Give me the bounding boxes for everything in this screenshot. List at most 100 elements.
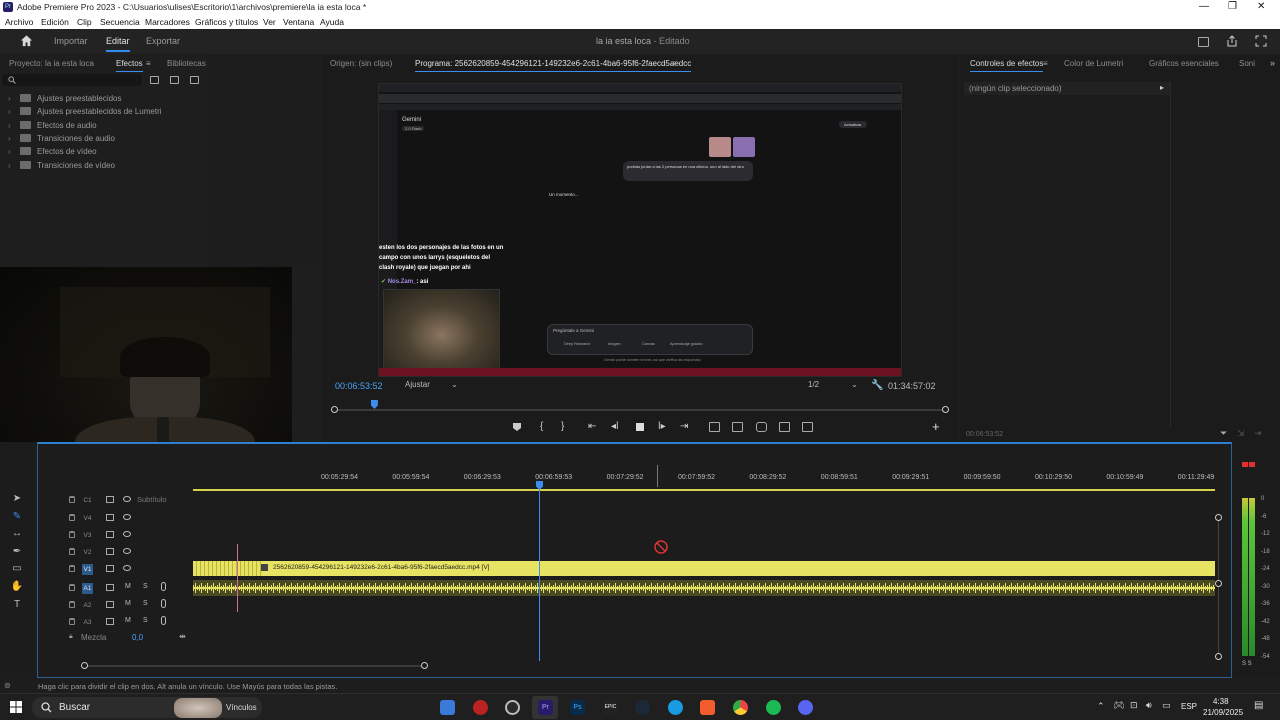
menu-ventana[interactable]: Ventana <box>283 17 314 27</box>
mix-value[interactable]: 0,0 <box>132 633 143 642</box>
extract-icon[interactable] <box>732 422 743 432</box>
track-target[interactable]: A3 <box>82 617 93 628</box>
track-target[interactable]: C1 <box>82 495 93 506</box>
wrench-icon[interactable]: 🔧 <box>871 380 883 391</box>
step-back-icon[interactable]: ◂ǀ <box>611 421 619 432</box>
selection-tool-icon[interactable]: ➤ <box>10 492 24 506</box>
workspaces-icon[interactable] <box>1198 37 1209 47</box>
toggle-output-icon[interactable] <box>106 496 114 503</box>
accelerated-effects-icon[interactable] <box>150 76 159 84</box>
toggle-sync-icon[interactable] <box>106 514 114 521</box>
effects-search-input[interactable] <box>2 74 142 86</box>
tray-language[interactable]: ESP <box>1181 702 1197 711</box>
lock-icon[interactable] <box>69 618 75 625</box>
minimize-button[interactable]: — <box>1199 1 1209 12</box>
tab-editar[interactable]: Editar <box>106 36 130 52</box>
panel-menu-icon[interactable]: ≡ <box>1043 59 1048 68</box>
tab-sonido[interactable]: Soni <box>1239 59 1255 68</box>
toggle-sync-icon[interactable] <box>106 584 114 591</box>
taskbar-files-icon[interactable] <box>440 700 455 715</box>
tab-controles-efectos[interactable]: Controles de efectos <box>970 59 1044 72</box>
menu-graficos[interactable]: Gráficos y títulos <box>195 17 258 27</box>
solo-button[interactable]: S <box>143 583 148 590</box>
panel-menu-icon[interactable]: ≡ <box>671 59 676 68</box>
effects-folder[interactable]: › Transiciones de vídeo <box>8 161 115 170</box>
menu-clip[interactable]: Clip <box>77 17 92 27</box>
taskbar-steam-icon[interactable] <box>635 700 650 715</box>
filter-icon[interactable]: ⏷ <box>1220 428 1227 439</box>
tray-gamepad-icon[interactable]: 🎮︎ <box>1113 700 1124 711</box>
menu-ayuda[interactable]: Ayuda <box>320 17 344 27</box>
effects-folder[interactable]: › Efectos de audio <box>8 121 97 130</box>
panel-menu-icon[interactable]: ≡ <box>146 59 151 68</box>
microphone-icon[interactable] <box>161 599 166 608</box>
scrubber-end-handle[interactable] <box>942 406 949 413</box>
menu-archivo[interactable]: Archivo <box>5 17 33 27</box>
toggle-sync-icon[interactable] <box>106 548 114 555</box>
work-area-bar[interactable] <box>193 489 1215 491</box>
tab-origen[interactable]: Origen: (sin clips) <box>330 59 392 68</box>
effects-folder[interactable]: › Transiciones de audio <box>8 134 115 143</box>
taskbar-brave-icon[interactable] <box>700 700 715 715</box>
effects-folder[interactable]: › Efectos de vídeo <box>8 147 97 156</box>
compare-icon[interactable] <box>779 422 790 432</box>
effects-folder[interactable]: › Ajustes preestablecidos <box>8 94 122 103</box>
tab-programa[interactable]: Programa: 2562620859-454296121-149232e6-… <box>415 59 692 72</box>
lock-icon[interactable] <box>69 584 75 591</box>
taskbar-photoshop-icon[interactable]: Ps <box>570 700 585 715</box>
track-target[interactable]: A2 <box>82 600 93 611</box>
taskbar-spotify-icon[interactable] <box>766 700 781 715</box>
add-button-icon[interactable]: + <box>932 419 940 434</box>
go-to-in-icon[interactable]: ⇤ <box>588 421 596 432</box>
lock-icon[interactable] <box>69 514 75 521</box>
mark-out-icon[interactable]: } <box>561 421 564 432</box>
lock-icon[interactable]: 🔒︎ <box>69 633 73 641</box>
tray-time[interactable]: 4:38 <box>1213 697 1229 706</box>
taskbar-discord-icon[interactable] <box>798 700 813 715</box>
timeline-playhead-line[interactable] <box>539 481 540 661</box>
vscroll-handle-bottom[interactable] <box>1215 653 1222 660</box>
more-tabs-icon[interactable]: » <box>1270 58 1275 68</box>
camera-icon[interactable] <box>756 422 767 432</box>
menu-secuencia[interactable]: Secuencia <box>100 17 140 27</box>
taskbar-chrome-icon[interactable] <box>733 700 748 715</box>
lift-icon[interactable] <box>709 422 720 432</box>
home-icon[interactable] <box>20 34 33 47</box>
tab-importar[interactable]: Importar <box>54 36 88 46</box>
chevron-right-icon[interactable]: ▸ <box>1160 83 1164 92</box>
track-target[interactable]: V4 <box>82 513 93 524</box>
step-forward-icon[interactable]: ǀ▸ <box>658 421 666 432</box>
tray-chevron-icon[interactable]: ⌃ <box>1097 701 1105 712</box>
program-timecode[interactable]: 00:06:53:52 <box>335 381 383 391</box>
track-target[interactable]: V2 <box>82 547 93 558</box>
taskbar-search[interactable]: Buscar Vínculos <box>32 697 262 718</box>
rectangle-tool-icon[interactable]: ▭ <box>10 562 24 576</box>
toggle-sync-icon[interactable] <box>106 565 114 572</box>
vscroll-handle-mid[interactable] <box>1215 580 1222 587</box>
video-preview[interactable]: Gemini 2.0 Flash Actualizar podrias junt… <box>378 83 902 377</box>
eye-icon[interactable] <box>123 496 131 502</box>
windows-start-icon[interactable] <box>10 701 22 713</box>
taskbar-epic-icon[interactable]: EPIC <box>603 700 618 715</box>
lock-icon[interactable] <box>69 531 75 538</box>
effects-folder[interactable]: › Ajustes preestablecidos de Lumetri <box>8 107 162 116</box>
tab-graficos-esenciales[interactable]: Gráficos esenciales <box>1149 59 1219 68</box>
resolution-select[interactable]: 1/2 ⌄ <box>808 380 860 391</box>
type-tool-icon[interactable]: T <box>10 598 24 612</box>
marker-icon[interactable] <box>512 422 522 432</box>
slip-tool-icon[interactable]: ↔ <box>10 527 24 541</box>
program-scrubber[interactable] <box>331 400 949 413</box>
track-target[interactable]: V1 <box>82 564 93 575</box>
lock-icon[interactable] <box>69 496 75 503</box>
button-editor-icon[interactable] <box>802 422 813 432</box>
32bit-effects-icon[interactable] <box>170 76 179 84</box>
pen-tool-icon[interactable]: ✒ <box>10 545 24 559</box>
mute-button[interactable]: M <box>125 583 131 590</box>
lock-icon[interactable] <box>69 601 75 608</box>
taskbar-capcut-icon[interactable] <box>505 700 520 715</box>
toggle-sync-icon[interactable] <box>106 618 114 625</box>
menu-marcadores[interactable]: Marcadores <box>145 17 190 27</box>
meter-solo-buttons[interactable]: S S <box>1242 661 1252 667</box>
taskbar-obs-icon[interactable] <box>473 700 488 715</box>
go-to-out-icon[interactable]: ⇥ <box>680 421 688 432</box>
